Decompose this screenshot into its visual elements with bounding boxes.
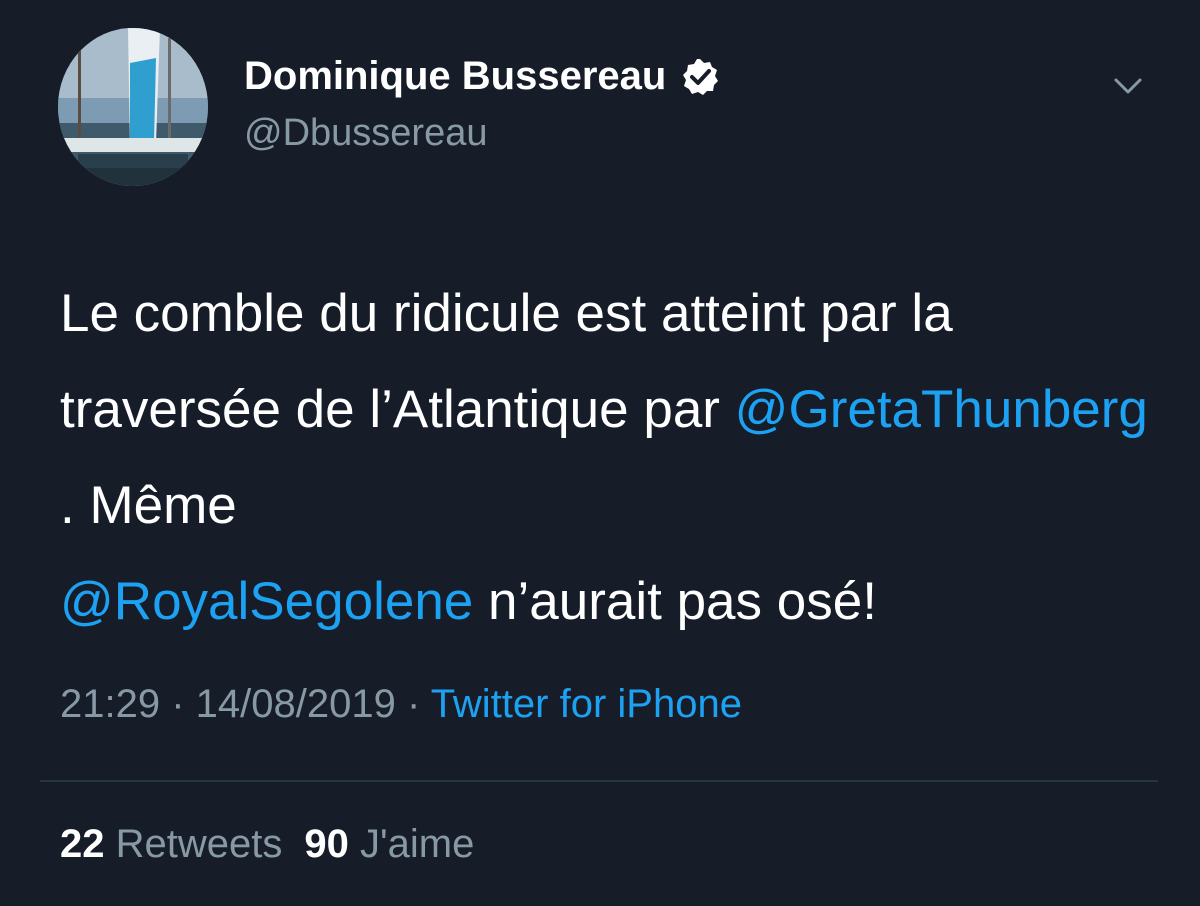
meta-separator-1: ·: [160, 682, 196, 726]
avatar[interactable]: [58, 28, 208, 186]
display-name[interactable]: Dominique Bussereau: [244, 54, 720, 99]
tweet-source-link[interactable]: Twitter for iPhone: [431, 682, 742, 726]
tweet-text: Le comble du ridicule est atteint par la…: [60, 266, 1160, 650]
chevron-down-icon[interactable]: [1108, 70, 1148, 100]
tweet-stats: 22 Retweets 90 J'aime: [60, 822, 474, 867]
likes-stat[interactable]: 90 J'aime: [304, 822, 474, 866]
display-name-text: Dominique Bussereau: [244, 54, 667, 98]
tweet-meta: 21:29 · 14/08/2019 · Twitter for iPhone: [60, 682, 742, 727]
tweet-text-part2: . Même: [60, 476, 237, 535]
retweets-count: 22: [60, 822, 105, 866]
divider: [40, 780, 1158, 782]
mention-greta-thunberg[interactable]: @GretaThunberg: [735, 380, 1148, 439]
tweet-date[interactable]: 14/08/2019: [196, 682, 396, 726]
retweets-label: Retweets: [115, 822, 283, 866]
tweet-text-part3: n’aurait pas osé!: [473, 572, 877, 631]
mention-royal-segolene[interactable]: @RoyalSegolene: [60, 572, 473, 631]
retweets-stat[interactable]: 22 Retweets: [60, 822, 282, 866]
likes-count: 90: [304, 822, 349, 866]
avatar-image: [58, 28, 208, 186]
tweet-card: Dominique Bussereau @Dbussereau Le combl…: [0, 0, 1200, 906]
tweet-time[interactable]: 21:29: [60, 682, 160, 726]
verified-badge-icon: [680, 57, 720, 97]
likes-label: J'aime: [360, 822, 475, 866]
user-handle[interactable]: @Dbussereau: [244, 112, 487, 155]
meta-separator-2: ·: [395, 682, 431, 726]
